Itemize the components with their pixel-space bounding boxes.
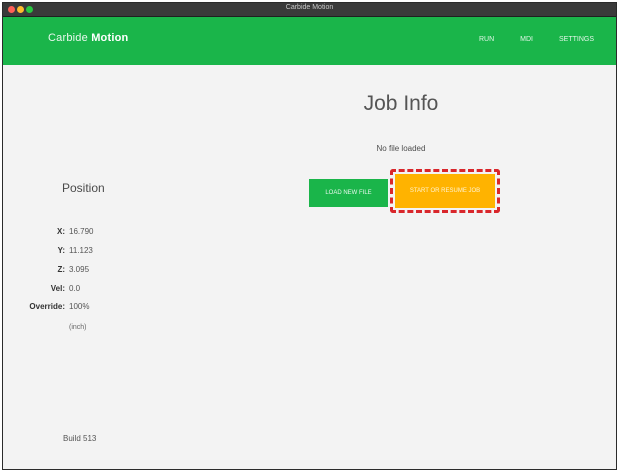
units-label: (inch)	[69, 324, 87, 331]
nav-links: RUN MDI SETTINGS	[453, 36, 594, 43]
top-navbar: Carbide Motion RUN MDI SETTINGS	[3, 17, 616, 65]
position-label: Y:	[57, 246, 65, 255]
position-label: Override:	[29, 302, 65, 311]
nav-link-mdi[interactable]: MDI	[520, 36, 533, 43]
job-info-title: Job Info	[363, 92, 439, 115]
brand-logo: Carbide Motion	[48, 32, 128, 44]
file-status: No file loaded	[376, 144, 426, 153]
position-label: Z:	[57, 265, 65, 274]
position-label: X:	[57, 227, 65, 236]
position-value: 0.0	[69, 284, 81, 293]
nav-link-settings[interactable]: SETTINGS	[559, 36, 594, 43]
position-value: 3.095	[69, 265, 90, 274]
window-titlebar: Carbide Motion	[3, 3, 616, 17]
load-new-file-button[interactable]: LOAD NEW FILE	[309, 179, 388, 207]
window-title: Carbide Motion	[285, 4, 334, 11]
nav-link-run[interactable]: RUN	[479, 36, 494, 43]
position-title: Position	[62, 181, 105, 195]
start-resume-job-button[interactable]: START OR RESUME JOB	[395, 174, 495, 208]
brand-strong: Motion	[91, 32, 129, 44]
build-number: Build 513	[63, 434, 97, 443]
position-label: Vel:	[50, 284, 65, 293]
position-value: 11.123	[69, 246, 93, 255]
main-content: Job Info No file loaded LOAD NEW FILE ST…	[3, 65, 616, 469]
position-value: 16.790	[69, 227, 94, 236]
position-value: 100%	[69, 302, 90, 311]
app-window: Carbide Motion Carbide Motion RUN MDI SE…	[2, 2, 617, 470]
brand-prefix: Carbide	[48, 32, 88, 44]
